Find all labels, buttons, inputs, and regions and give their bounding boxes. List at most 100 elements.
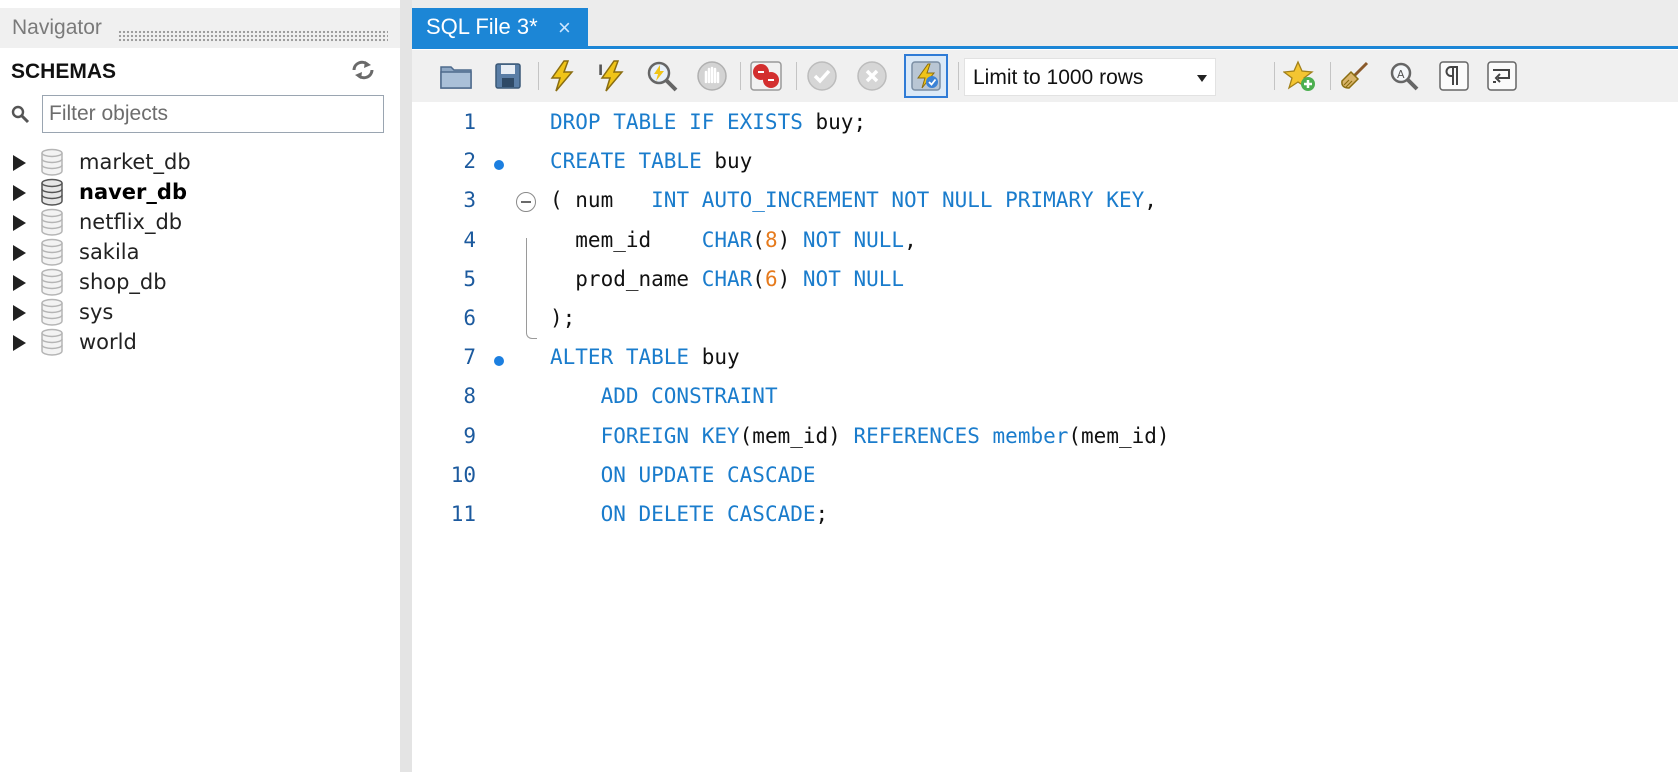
execute-current-statement-button[interactable]: I (592, 57, 632, 95)
code-text: ON DELETE CASCADE; (550, 502, 829, 526)
sql-number: 8 (764, 227, 778, 252)
limit-rows-value: Limit to 1000 rows (973, 66, 1144, 89)
statement-marker-icon (494, 356, 504, 367)
schemas-heading: SCHEMAS (11, 60, 117, 83)
code-line[interactable]: 1 DROP TABLE IF EXISTS buy; (412, 104, 1678, 144)
sql-text: , (904, 227, 917, 252)
sql-text: ) (777, 266, 803, 291)
expand-arrow-icon[interactable] (13, 215, 26, 231)
expand-arrow-icon[interactable] (13, 185, 26, 201)
explain-button[interactable] (642, 57, 682, 95)
schema-item-sakila[interactable]: sakila (0, 238, 400, 268)
toolbar-separator (958, 62, 959, 90)
svg-text:A: A (1397, 68, 1405, 81)
sql-text: (mem_id) (1068, 423, 1170, 448)
toolbar-separator (796, 62, 797, 90)
commit-button[interactable] (802, 57, 842, 95)
sql-keyword: ON DELETE CASCADE (600, 502, 816, 526)
panel-splitter[interactable] (400, 0, 412, 772)
filter-objects-input[interactable] (42, 95, 384, 133)
panel-drag-grip[interactable] (118, 30, 388, 42)
code-line[interactable]: 11 ON DELETE CASCADE; (412, 496, 1678, 536)
save-icon (495, 63, 521, 89)
limit-rows-dropdown[interactable]: Limit to 1000 rows (964, 58, 1216, 96)
find-icon: A (1390, 62, 1419, 91)
line-number: 2 (463, 149, 476, 174)
schema-item-world[interactable]: world (0, 328, 400, 358)
save-button[interactable] (488, 57, 528, 95)
expand-arrow-icon[interactable] (13, 155, 26, 171)
autocommit-toggle-button[interactable] (904, 54, 948, 98)
code-line[interactable]: 4 mem_id CHAR(8) NOT NULL, (412, 222, 1678, 262)
navigator-header: Navigator (0, 8, 400, 48)
find-button[interactable]: A (1384, 57, 1424, 95)
explain-icon (647, 61, 678, 92)
tab-sql-file-3[interactable]: SQL File 3* × (412, 8, 588, 48)
sql-text: , (1144, 188, 1157, 213)
toolbar-separator (1274, 62, 1275, 90)
schema-item-market_db[interactable]: market_db (0, 148, 400, 178)
code-text: CREATE TABLE buy (550, 149, 752, 173)
stop-button[interactable] (692, 57, 732, 95)
open-file-button[interactable] (436, 57, 476, 95)
schema-name: sys (79, 300, 114, 324)
toolbar-separator (1330, 62, 1331, 90)
tab-strip: SQL File 3* × (412, 0, 1678, 48)
add-snippet-button[interactable] (1280, 57, 1320, 95)
svg-text:I: I (598, 63, 603, 79)
schema-name: world (79, 330, 137, 354)
sql-text: buy (689, 345, 740, 370)
database-icon (41, 238, 63, 266)
fold-toggle-icon[interactable] (516, 192, 536, 213)
editor-toolbar: I Limit to 1000 rows A (412, 50, 1678, 102)
refresh-icon[interactable] (350, 58, 376, 82)
rollback-button[interactable] (852, 57, 892, 95)
code-line[interactable]: 6); (412, 300, 1678, 340)
schema-name: market_db (79, 150, 191, 174)
statement-marker-icon (494, 160, 504, 171)
expand-arrow-icon[interactable] (13, 335, 26, 351)
code-text: prod_name CHAR(6) NOT NULL (550, 267, 904, 291)
commit-icon (807, 61, 837, 91)
code-text: ( num INT AUTO_INCREMENT NOT NULL PRIMAR… (550, 188, 1157, 212)
invisible-chars-icon (1439, 61, 1469, 91)
code-line[interactable]: 9 FOREIGN KEY(mem_id) REFERENCES member(… (412, 418, 1678, 458)
tab-close-icon[interactable]: × (558, 17, 571, 39)
sql-text: buy (701, 149, 753, 174)
beautify-button[interactable] (1334, 57, 1374, 95)
toggle-invisible-chars-button[interactable] (1434, 57, 1474, 95)
stop-icon (697, 61, 727, 91)
schema-item-shop_db[interactable]: shop_db (0, 268, 400, 298)
code-line[interactable]: 10 ON UPDATE CASCADE (412, 457, 1678, 497)
schema-item-sys[interactable]: sys (0, 298, 400, 328)
sql-text: ( (752, 266, 765, 291)
toggle-word-wrap-button[interactable] (1482, 57, 1522, 95)
code-line[interactable]: 3 ( num INT AUTO_INCREMENT NOT NULL PRIMA… (412, 182, 1678, 222)
sql-keyword: FOREIGN KEY (600, 423, 740, 448)
stop-on-error-button[interactable] (746, 57, 786, 95)
line-number: 1 (463, 110, 476, 134)
beautify-icon (1341, 61, 1369, 89)
schema-item-naver_db[interactable]: naver_db (0, 178, 400, 208)
expand-arrow-icon[interactable] (13, 245, 26, 261)
expand-arrow-icon[interactable] (13, 305, 26, 321)
sql-keyword: INT AUTO_INCREMENT NOT NULL PRIMARY KEY (651, 188, 1145, 213)
sql-code-editor[interactable]: 1 DROP TABLE IF EXISTS buy; 2 CREATE TABLE … (412, 102, 1678, 772)
line-number: 5 (463, 266, 476, 291)
execute-button[interactable] (542, 57, 582, 95)
stop-on-error-icon (750, 61, 782, 91)
sql-keyword: NOT NULL (802, 266, 905, 291)
code-text: ); (550, 306, 575, 330)
line-number: 3 (463, 188, 476, 213)
code-line[interactable]: 8 ADD CONSTRAINT (412, 378, 1678, 418)
schema-item-netflix_db[interactable]: netflix_db (0, 208, 400, 238)
sql-editor-panel: SQL File 3* × I Limit to 1000 rows A 1 D… (412, 0, 1678, 772)
expand-arrow-icon[interactable] (13, 275, 26, 291)
code-line[interactable]: 2 CREATE TABLE buy (412, 143, 1678, 183)
execute-icon (550, 60, 574, 92)
database-icon (41, 208, 63, 236)
code-line[interactable]: 7 ALTER TABLE buy (412, 339, 1678, 379)
code-line[interactable]: 5 prod_name CHAR(6) NOT NULL (412, 261, 1678, 301)
